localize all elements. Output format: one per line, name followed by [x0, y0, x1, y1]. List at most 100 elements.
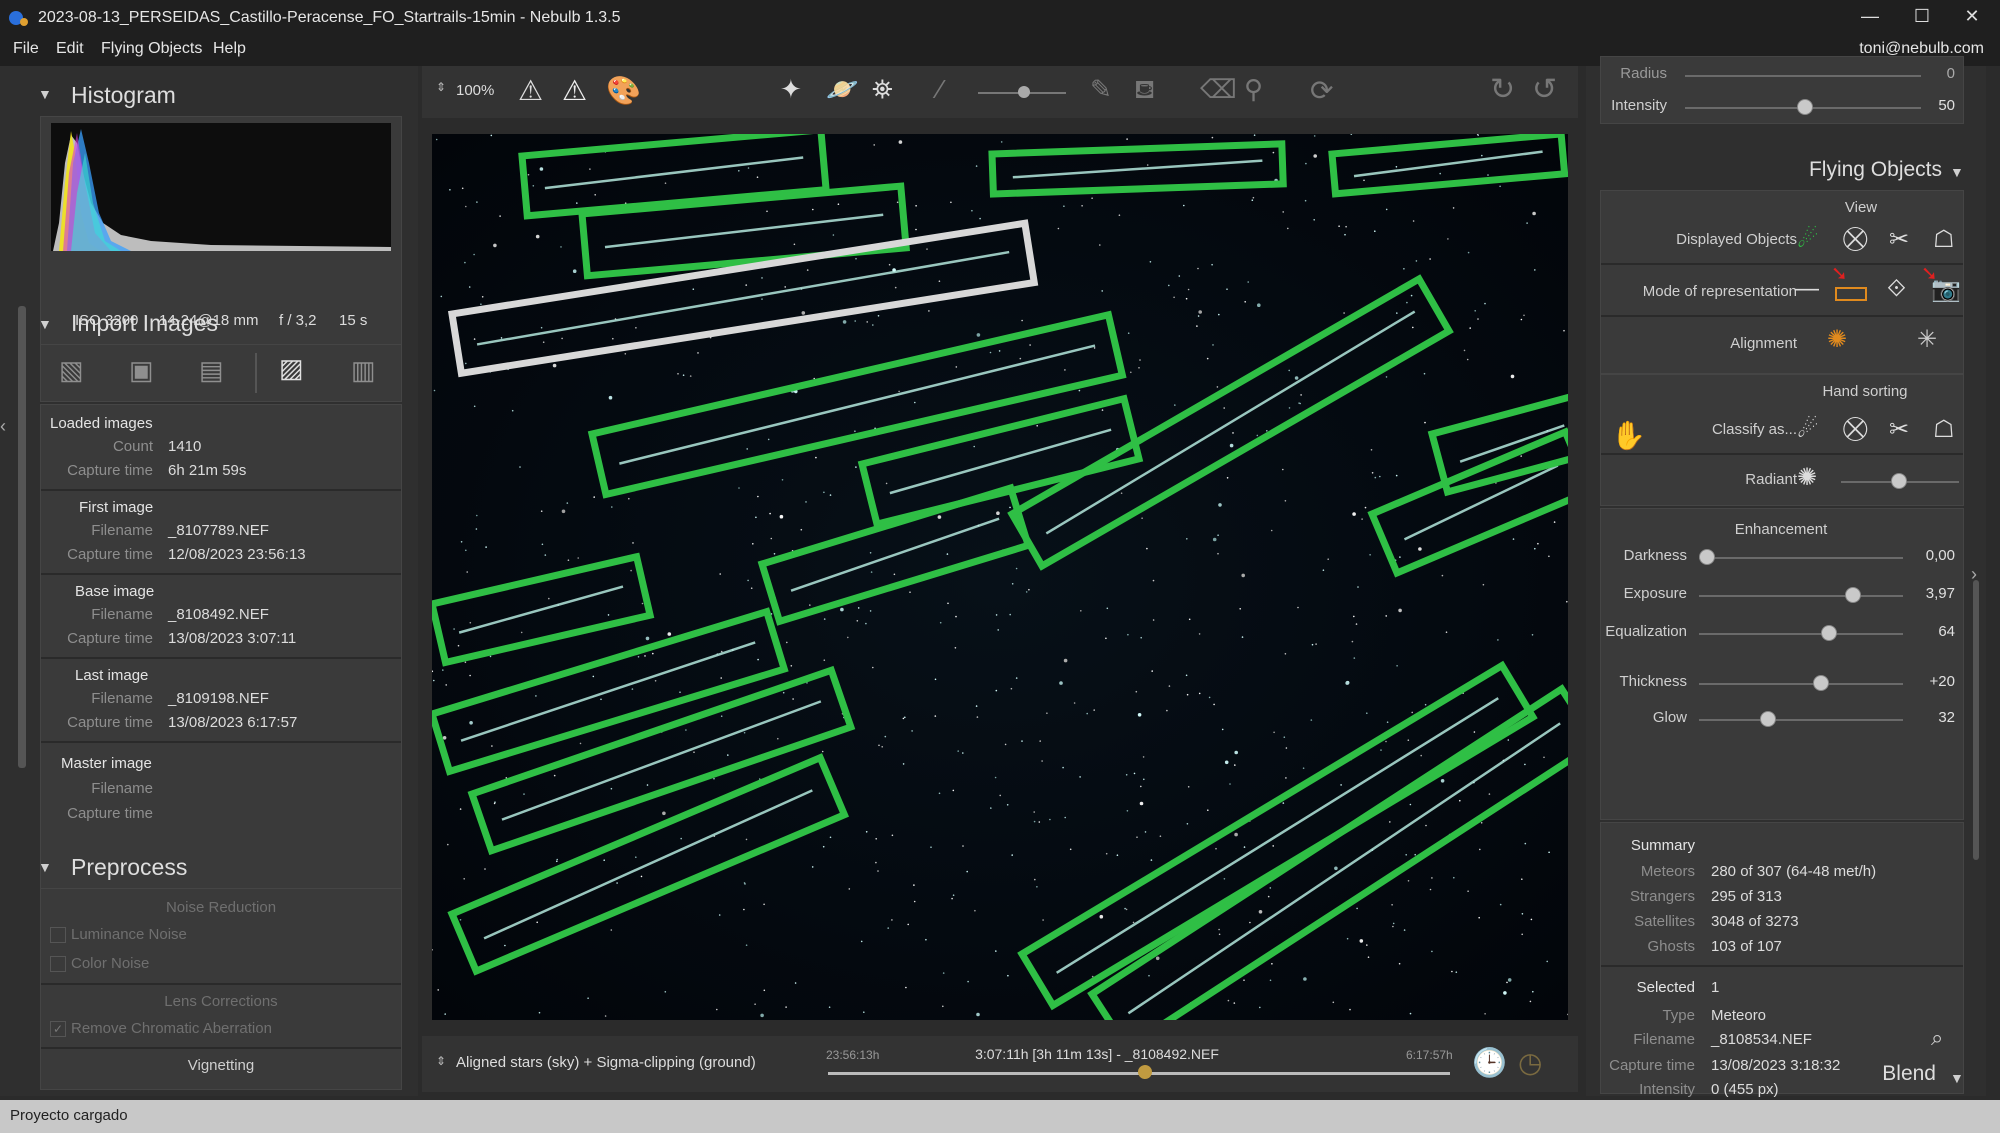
enh-equalization-label: Equalization — [1605, 623, 1687, 640]
enh-thickness-knob[interactable] — [1813, 675, 1829, 691]
enh-glow-knob[interactable] — [1759, 711, 1776, 727]
star — [937, 515, 942, 519]
satellite-filter-icon[interactable]: ✂ — [1889, 225, 1909, 254]
import-video-icon[interactable]: ▣ — [129, 355, 154, 386]
star — [1269, 887, 1272, 889]
box-mode-icon[interactable] — [1835, 287, 1867, 301]
tower-icon[interactable]: ⛯ — [872, 74, 893, 106]
stack-mode[interactable]: Aligned stars (sky) + Sigma-clipping (gr… — [456, 1054, 756, 1071]
history-icon[interactable]: ◷ — [1518, 1046, 1542, 1079]
palette-icon[interactable]: 🎨 — [606, 74, 641, 107]
remove-images-icon[interactable]: ▥ — [351, 355, 376, 386]
import-header[interactable]: Import Images — [71, 310, 218, 337]
magic-wand-icon[interactable]: ⁄ — [938, 74, 942, 105]
blend-collapse-icon[interactable]: ▼ — [1950, 1070, 1964, 1086]
line-mode-icon[interactable]: — — [1795, 275, 1819, 303]
right-scrollbar[interactable] — [1973, 580, 1979, 860]
enh-glow-slider[interactable] — [1699, 719, 1903, 721]
minimize-button[interactable]: — — [1842, 6, 1898, 30]
flying-objects-header[interactable]: Flying Objects — [1782, 158, 1942, 182]
fill-bucket-icon[interactable]: ⛾ — [1134, 74, 1155, 109]
import-images-icon[interactable]: ▧ — [59, 355, 84, 386]
stars-icon[interactable]: ✦ — [780, 74, 802, 105]
chromatic-checkbox[interactable]: ✓ — [50, 1021, 66, 1037]
alignment-radial-icon[interactable]: ✺ — [1827, 325, 1847, 354]
clock-icon[interactable]: 🕒 — [1472, 1046, 1507, 1079]
histogram-collapse-icon[interactable]: ▼ — [38, 86, 52, 102]
enh-exposure-knob[interactable] — [1845, 587, 1862, 603]
warning-filled-icon[interactable]: ⚠ — [562, 74, 587, 107]
radiant-icon[interactable]: ✺ — [1797, 463, 1817, 492]
left-scrollbar[interactable] — [18, 306, 26, 768]
redo-icon[interactable]: ↻ — [1490, 72, 1515, 107]
radius-slider[interactable] — [1685, 75, 1921, 77]
maximize-button[interactable]: ☐ — [1894, 6, 1950, 30]
star — [1531, 634, 1534, 636]
undo-icon[interactable]: ↺ — [1532, 72, 1557, 107]
brush-size-knob[interactable] — [1018, 86, 1030, 98]
luminance-checkbox[interactable] — [50, 927, 66, 943]
close-button[interactable]: ✕ — [1944, 6, 2000, 30]
enh-exposure-slider[interactable] — [1699, 595, 1903, 597]
broom-icon[interactable]: ⚲ — [1244, 74, 1263, 105]
zoom-level[interactable]: 100% — [456, 82, 494, 99]
radiant-knob[interactable] — [1891, 473, 1907, 489]
star — [1227, 999, 1230, 1002]
star — [1332, 1001, 1335, 1004]
star — [1386, 721, 1389, 723]
base-image-icon[interactable]: ▨ — [279, 353, 304, 384]
timeline-knob[interactable] — [1138, 1065, 1153, 1079]
ufo-filter-icon[interactable]: ⛒ — [1843, 225, 1867, 253]
enh-equalization-knob[interactable] — [1820, 625, 1837, 641]
star — [1234, 750, 1238, 755]
preprocess-collapse-icon[interactable]: ▼ — [38, 859, 52, 875]
menu-file[interactable]: File — [13, 40, 39, 58]
classify-ufo-icon[interactable]: ⛒ — [1843, 415, 1867, 443]
color-noise-checkbox[interactable] — [50, 956, 66, 972]
histogram-header[interactable]: Histogram — [71, 82, 176, 109]
collapse-right-icon[interactable]: › — [1971, 564, 1977, 585]
refresh-icon[interactable]: ⟳ — [1310, 74, 1333, 107]
enh-darkness-slider[interactable] — [1699, 557, 1903, 559]
star — [1313, 154, 1317, 158]
warning-outline-icon[interactable]: ⚠ — [518, 74, 543, 107]
enh-equalization-slider[interactable] — [1699, 633, 1903, 635]
ghost-filter-icon[interactable]: ☖ — [1933, 225, 1955, 254]
classify-ghost-icon[interactable]: ☖ — [1933, 415, 1955, 444]
menu-edit[interactable]: Edit — [56, 40, 84, 58]
image-canvas[interactable] — [432, 134, 1568, 1020]
star — [782, 691, 785, 694]
menu-flying-objects[interactable]: Flying Objects — [101, 40, 202, 58]
blend-header[interactable]: Blend — [1836, 1062, 1936, 1086]
import-sequence-icon[interactable]: ▤ — [199, 355, 224, 386]
import-collapse-icon[interactable]: ▼ — [38, 316, 52, 332]
meteors-value: 280 of 307 (64-48 met/h) — [1711, 863, 1877, 880]
star — [951, 897, 953, 900]
menu-help[interactable]: Help — [213, 40, 246, 58]
flying-objects-collapse-icon[interactable]: ▼ — [1950, 164, 1964, 180]
enh-darkness-knob[interactable] — [1699, 549, 1715, 565]
locate-search-icon[interactable]: ⌕ — [1931, 1025, 1943, 1051]
planet-icon[interactable]: 🪐 — [826, 74, 858, 105]
eraser-icon[interactable]: ⌫ — [1200, 74, 1237, 105]
star — [535, 234, 540, 239]
enh-thickness-slider[interactable] — [1699, 683, 1903, 685]
intensity-knob[interactable] — [1797, 99, 1813, 115]
star — [560, 246, 562, 248]
preprocess-header[interactable]: Preprocess — [71, 854, 187, 881]
mode-stepper-icon[interactable]: ⇕ — [436, 1054, 446, 1068]
meteor-filter-icon[interactable]: ☄ — [1797, 225, 1819, 254]
classify-meteor-icon[interactable]: ☄ — [1797, 415, 1819, 444]
star — [1453, 876, 1455, 879]
star — [854, 430, 856, 433]
star — [979, 217, 981, 220]
startrails-image[interactable] — [432, 134, 1568, 1020]
collapse-left-icon[interactable]: ‹ — [0, 416, 10, 440]
last-title: Last image — [75, 667, 149, 684]
brush-icon[interactable]: ✎ — [1090, 74, 1112, 105]
classify-satellite-icon[interactable]: ✂ — [1889, 415, 1909, 444]
zoom-stepper-icon[interactable]: ⇕ — [436, 80, 446, 94]
diamond-mode-icon[interactable]: ⟐ — [1887, 275, 1906, 303]
alignment-burst-icon[interactable]: ✳ — [1917, 325, 1937, 354]
star — [801, 311, 806, 315]
